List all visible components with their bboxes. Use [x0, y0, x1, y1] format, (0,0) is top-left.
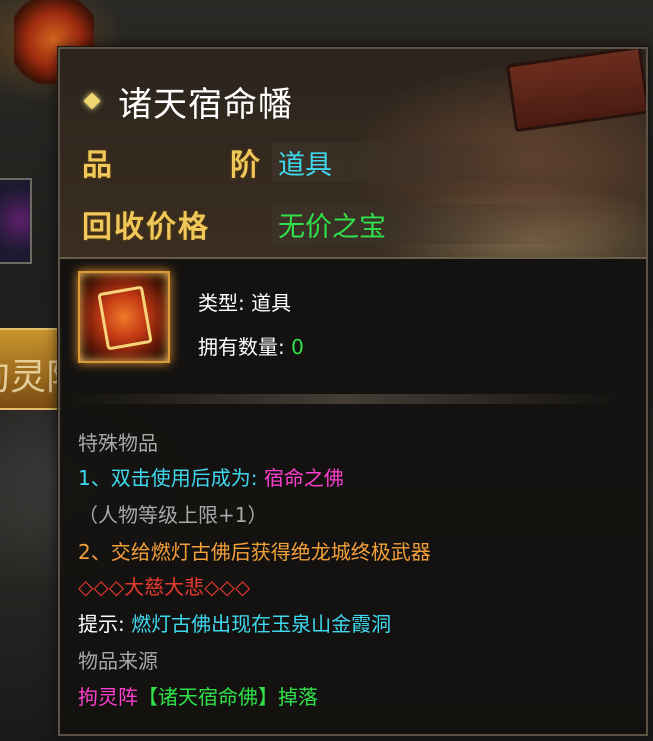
- count-label: 拥有数量:: [198, 335, 285, 359]
- grade-value: 道具: [278, 149, 332, 181]
- item-tooltip: 诸天宿命幡 品 阶 道具 回收价格 无价之宝 类型: 道具 拥有数量: 0 特殊…: [58, 47, 648, 736]
- slogan-text: ◇◇◇大慈大悲◇◇◇: [78, 575, 251, 599]
- grade-label-char: 阶: [230, 148, 262, 183]
- type-label: 类型:: [198, 291, 245, 315]
- scroll-banner-icon: [78, 271, 170, 363]
- level-cap-note: （人物等级上限+1）: [78, 503, 268, 527]
- price-row: 回收价格 无价之宝: [82, 201, 598, 247]
- price-value: 无价之宝: [278, 211, 386, 243]
- diamond-icon: [83, 92, 101, 110]
- count-value: 0: [291, 335, 304, 359]
- header-art-sign: [505, 49, 646, 133]
- source-action: 掉落: [278, 685, 318, 709]
- price-label: 回收价格: [82, 202, 272, 246]
- grade-label: 品 阶: [82, 140, 272, 184]
- grade-value-box: 道具: [272, 142, 598, 182]
- tooltip-header: 诸天宿命幡 品 阶 道具 回收价格 无价之宝: [60, 49, 646, 259]
- exchange-line: 2、交给燃灯古佛后获得绝龙城终极武器: [78, 540, 431, 564]
- grade-row: 品 阶 道具: [82, 139, 598, 185]
- map-name-banner: 拘灵阵: [0, 328, 62, 410]
- type-value: 道具: [251, 291, 292, 315]
- title-row: 诸天宿命幡: [83, 79, 293, 125]
- grade-label-char: 品: [82, 148, 114, 183]
- price-value-box: 无价之宝: [272, 204, 598, 244]
- price-label-text: 回收价格: [82, 210, 210, 245]
- source-boss: 【诸天宿命佛】: [138, 685, 278, 709]
- source-line: 拘灵阵【诸天宿命佛】掉落: [78, 681, 318, 710]
- hint-text: 燃灯古佛出现在玉泉山金霞洞: [131, 612, 392, 636]
- map-name-text: 拘灵阵: [0, 357, 62, 398]
- item-count-line: 拥有数量: 0: [198, 331, 304, 360]
- item-type-line: 类型: 道具: [198, 287, 291, 316]
- use-effect-target: 宿命之佛: [263, 466, 344, 490]
- inventory-slot[interactable]: [0, 178, 32, 264]
- source-label: 物品来源: [78, 649, 158, 673]
- use-effect-line: 1、双击使用后成为: 宿命之佛: [78, 462, 344, 491]
- source-place: 拘灵阵: [78, 685, 138, 709]
- hint-label: 提示:: [78, 612, 125, 636]
- hint-line: 提示: 燃灯古佛出现在玉泉山金霞洞: [78, 608, 391, 637]
- category-text: 特殊物品: [78, 431, 158, 455]
- item-name: 诸天宿命幡: [118, 84, 293, 125]
- divider: [64, 394, 624, 404]
- use-effect-prefix: 1、双击使用后成为:: [78, 466, 258, 490]
